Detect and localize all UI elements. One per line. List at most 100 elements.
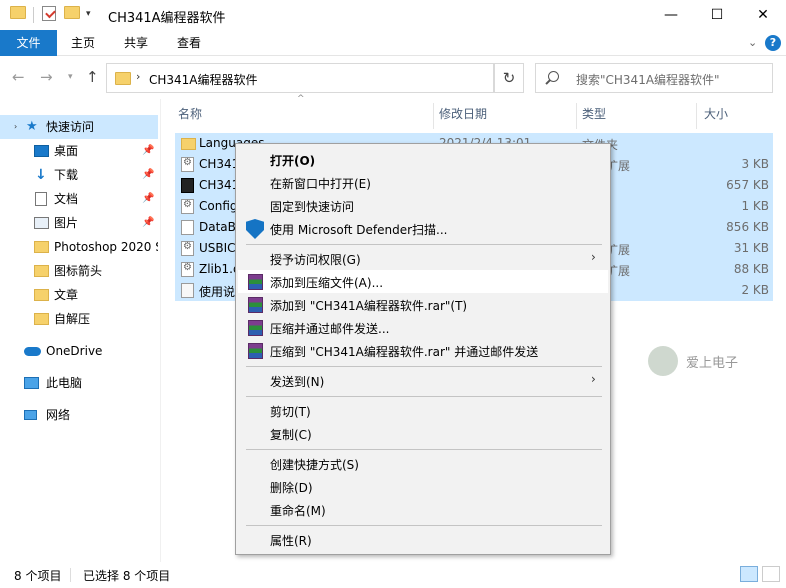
back-icon[interactable]: ← (12, 68, 25, 86)
picture-icon (34, 217, 49, 229)
pin-icon[interactable]: 📌 (142, 211, 154, 235)
folder-icon (34, 289, 49, 301)
menu-item-add-to-archive[interactable]: 添加到压缩文件(A)... (238, 270, 608, 293)
column-divider[interactable] (433, 103, 434, 129)
nav-item-network[interactable]: 网络 (0, 403, 158, 427)
status-bar: 8 个项目 已选择 8 个项目 (0, 562, 786, 588)
file-name: 使用说 (199, 285, 236, 299)
menu-item-copy[interactable]: 复制(C) (238, 422, 608, 445)
item-count: 8 个项目 (14, 569, 62, 583)
new-folder-icon[interactable] (64, 6, 80, 19)
column-divider[interactable] (696, 103, 697, 129)
nav-item-onedrive[interactable]: OneDrive (0, 339, 158, 363)
nav-item-documents[interactable]: 文档 📌 (0, 187, 158, 211)
network-icon (24, 410, 37, 420)
menu-item-defender-scan[interactable]: 使用 Microsoft Defender扫描... (238, 217, 608, 240)
close-button[interactable]: ✕ (740, 0, 786, 30)
tab-share[interactable]: 共享 (115, 30, 157, 56)
computer-icon (24, 377, 39, 389)
details-view-icon[interactable] (740, 566, 758, 582)
forward-icon[interactable]: → (40, 68, 53, 86)
address-bar[interactable]: › CH341A编程器软件 (106, 63, 494, 93)
menu-item-rename[interactable]: 重命名(M) (238, 498, 608, 521)
chip-icon (181, 178, 194, 193)
large-icons-view-icon[interactable] (762, 566, 780, 582)
search-input[interactable]: 搜索"CH341A编程器软件" (535, 63, 773, 93)
dll-icon (181, 241, 194, 256)
tab-file[interactable]: 文件 (0, 30, 57, 56)
document-icon (35, 192, 47, 206)
watermark-text: 爱上电子 (686, 356, 739, 371)
file-name: CH341 (199, 157, 240, 171)
file-name: Config (199, 199, 238, 213)
pin-icon[interactable]: 📌 (142, 139, 154, 163)
file-name: USBIC (199, 241, 236, 255)
watermark-logo-icon (648, 346, 678, 376)
pin-icon[interactable]: 📌 (142, 163, 154, 187)
properties-icon[interactable] (42, 6, 56, 21)
file-icon (181, 220, 194, 235)
menu-item-properties[interactable]: 属性(R) (238, 528, 608, 551)
quick-access-dropdown-icon[interactable]: ▾ (86, 9, 91, 19)
title-bar: ▾ CH341A编程器软件 — ☐ ✕ (0, 0, 786, 30)
up-icon[interactable]: ↑ (86, 68, 99, 86)
folder-icon (34, 265, 49, 277)
nav-item-pictures[interactable]: 图片 📌 (0, 211, 158, 235)
file-size: 2 KB (741, 283, 769, 297)
dll-icon (181, 157, 194, 172)
chevron-down-icon[interactable]: ⌄ (748, 36, 757, 49)
column-divider[interactable] (576, 103, 577, 129)
menu-item-open[interactable]: 打开(O) (238, 148, 608, 171)
menu-item-cut[interactable]: 剪切(T) (238, 399, 608, 422)
column-header-name[interactable]: 名称 (178, 99, 202, 129)
column-header-date[interactable]: 修改日期 (439, 99, 487, 129)
menu-item-compress-rar-email[interactable]: 压缩到 "CH341A编程器软件.rar" 并通过邮件发送 (238, 339, 608, 362)
nav-item-icon-arrows[interactable]: 图标箭头 (0, 259, 158, 283)
menu-separator (246, 449, 602, 450)
column-header-type[interactable]: 类型 (582, 99, 606, 129)
menu-separator (246, 396, 602, 397)
chevron-right-icon[interactable]: › (14, 115, 17, 139)
nav-item-desktop[interactable]: 桌面 📌 (0, 139, 158, 163)
nav-item-downloads[interactable]: ↓ 下载 📌 (0, 163, 158, 187)
folder-icon (34, 313, 49, 325)
nav-item-photoshop[interactable]: Photoshop 2020 S (0, 235, 158, 259)
menu-item-compress-email[interactable]: 压缩并通过邮件发送... (238, 316, 608, 339)
nav-item-articles[interactable]: 文章 (0, 283, 158, 307)
toolbar-divider (33, 7, 34, 23)
text-doc-icon (181, 283, 194, 298)
refresh-icon[interactable]: ↻ (494, 63, 524, 93)
address-row: ← → ▾ ↑ › CH341A编程器软件 ↻ 搜索"CH341A编程器软件" (0, 57, 786, 99)
folder-icon (115, 72, 131, 85)
navigation-pane: › ★ 快速访问 桌面 📌 ↓ 下载 📌 文档 📌 图片 📌 Photoshop… (0, 99, 160, 562)
nav-item-self-extract[interactable]: 自解压 (0, 307, 158, 331)
folder-icon (181, 138, 196, 150)
help-icon[interactable]: ? (765, 35, 781, 51)
desktop-icon (34, 145, 49, 157)
pin-icon[interactable]: 📌 (142, 187, 154, 211)
menu-item-open-new-window[interactable]: 在新窗口中打开(E) (238, 171, 608, 194)
breadcrumb[interactable]: CH341A编程器软件 (149, 71, 258, 88)
menu-item-add-to-rar[interactable]: 添加到 "CH341A编程器软件.rar"(T) (238, 293, 608, 316)
winrar-icon (248, 274, 263, 290)
maximize-button[interactable]: ☐ (694, 0, 740, 30)
column-header-size[interactable]: 大小 (704, 99, 728, 129)
file-size: 1 KB (741, 199, 769, 213)
tab-view[interactable]: 查看 (168, 30, 210, 56)
dll-icon (181, 262, 194, 277)
menu-item-delete[interactable]: 删除(D) (238, 475, 608, 498)
tab-home[interactable]: 主页 (62, 30, 104, 56)
menu-item-create-shortcut[interactable]: 创建快捷方式(S) (238, 452, 608, 475)
menu-item-pin-quick-access[interactable]: 固定到快速访问 (238, 194, 608, 217)
breadcrumb-separator: › (136, 70, 141, 83)
winrar-icon (248, 297, 263, 313)
nav-item-this-pc[interactable]: 此电脑 (0, 371, 158, 395)
minimize-button[interactable]: — (648, 0, 694, 30)
file-name: CH341 (199, 178, 240, 192)
menu-separator (246, 366, 602, 367)
nav-item-quick-access[interactable]: › ★ 快速访问 (0, 115, 158, 139)
menu-item-give-access[interactable]: 授予访问权限(G) › (238, 247, 608, 270)
file-size: 3 KB (741, 157, 769, 171)
recent-locations-icon[interactable]: ▾ (68, 72, 73, 82)
menu-item-send-to[interactable]: 发送到(N) › (238, 369, 608, 392)
